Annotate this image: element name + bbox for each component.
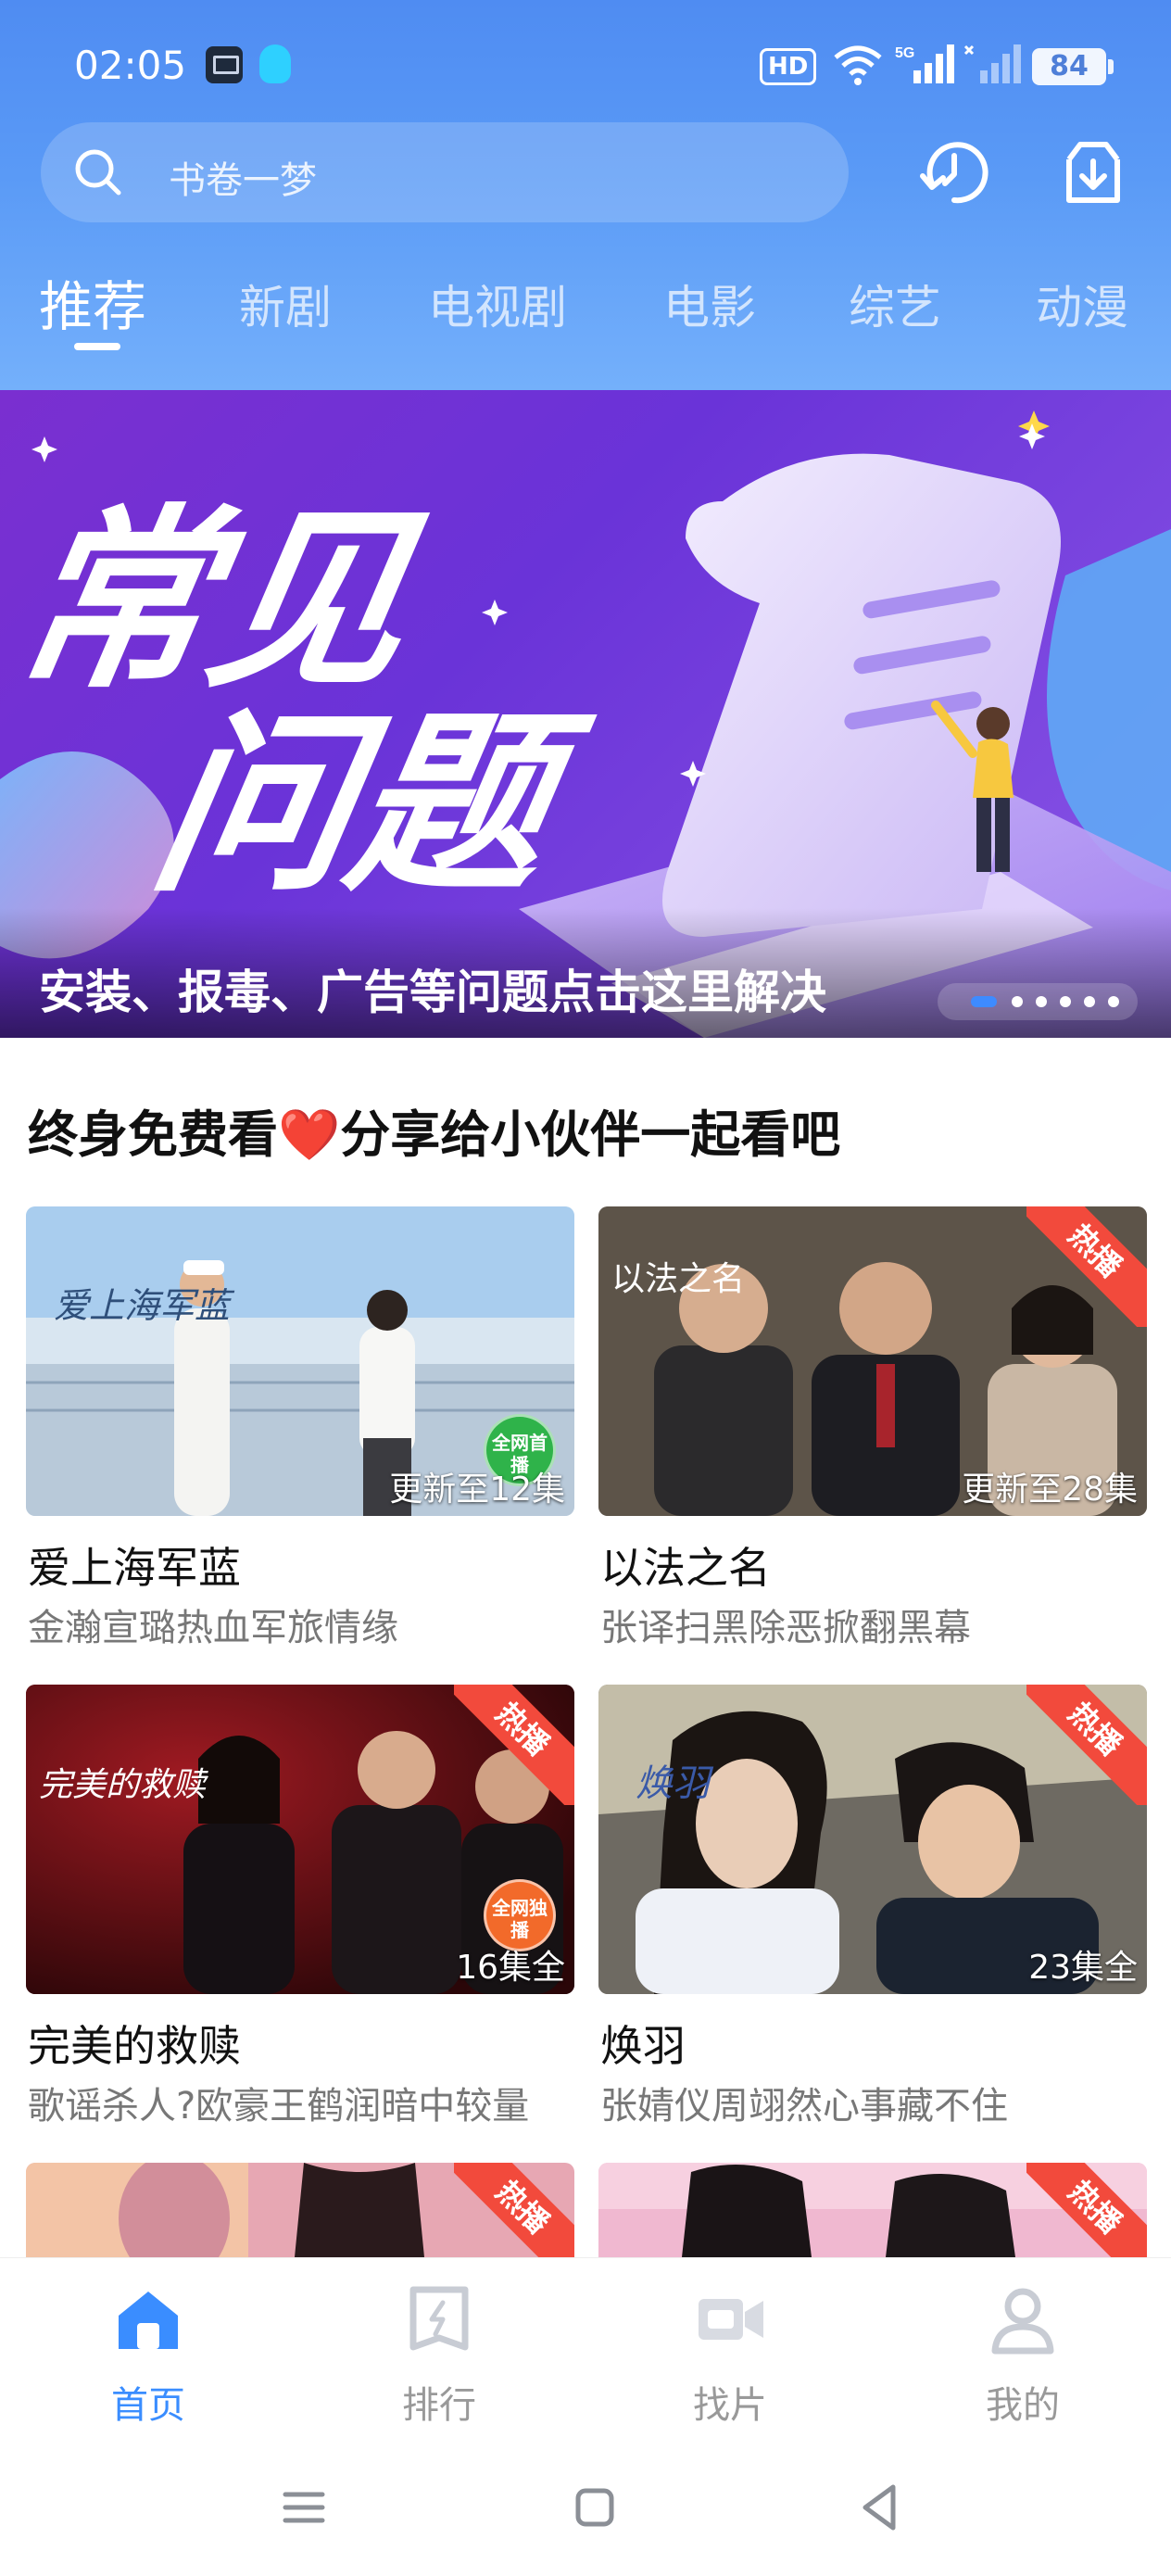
tab-new-drama[interactable]: 新剧 (239, 271, 332, 337)
heart-icon: ❤️ (278, 1105, 341, 1164)
nav-ranking-label: 排行 (402, 2384, 476, 2427)
nav-discover-label: 找片 (693, 2384, 767, 2427)
status-time: 02:05 (74, 43, 187, 88)
banner-dot (1012, 996, 1023, 1007)
banner-headline-1: 常见 (0, 488, 435, 714)
qq-notification-icon (259, 44, 291, 83)
poster-title-text: 焕羽 (636, 1762, 714, 1805)
banner-dot (1108, 996, 1119, 1007)
hot-corner-badge: 热播 (454, 2163, 574, 2257)
hot-corner-badge: 热播 (1026, 2163, 1147, 2257)
hot-label: 热播 (1026, 2163, 1147, 2257)
category-tabs: 推荐 新剧 电视剧 电影 综艺 动漫 (0, 259, 1171, 352)
wifi-icon (834, 45, 882, 85)
hot-label: 热播 (454, 2163, 574, 2257)
tab-anime[interactable]: 动漫 (1036, 271, 1128, 337)
drama-title: 以法之名 (600, 1543, 771, 1593)
drama-poster: 爱上海军蓝 全网首播 更新至12集 (26, 1206, 574, 1516)
nav-home[interactable]: 首页 (56, 2282, 241, 2440)
hot-corner-badge: 热播 (1026, 1685, 1147, 1805)
tab-variety[interactable]: 综艺 (849, 271, 941, 337)
drama-subtitle: 张译扫黑除恶掀翻黑幕 (600, 1607, 971, 1649)
hot-label: 热播 (454, 1685, 574, 1805)
download-icon[interactable] (1056, 135, 1130, 209)
status-bar: 02:05 HD 5G 84 (0, 0, 1171, 130)
drama-title: 焕羽 (600, 2021, 686, 2071)
history-icon[interactable] (917, 135, 991, 209)
drama-poster: 热播 (598, 2163, 1147, 2257)
poster-title-text: 完美的救赎 (39, 1766, 208, 1804)
hot-label: 热播 (1026, 1206, 1147, 1327)
drama-poster: 热播 (26, 2163, 574, 2257)
home-icon (119, 2292, 178, 2349)
network-label: 5G (895, 45, 914, 61)
episode-badge: 23集全 (1028, 1949, 1138, 1987)
home-square-icon[interactable] (567, 2480, 623, 2535)
drama-subtitle: 歌谣杀人?欧豪王鹤润暗中较量 (28, 2085, 530, 2128)
search-icon (75, 149, 121, 196)
banner-dot-active (971, 996, 997, 1007)
banner-dot (1060, 996, 1071, 1007)
active-tab-indicator (74, 343, 120, 350)
nav-profile-label: 我的 (986, 2384, 1060, 2427)
drama-poster: 以法之名 热播 更新至28集 (598, 1206, 1147, 1516)
hd-voice-icon: HD (760, 48, 817, 85)
drama-title: 完美的救赎 (28, 2021, 241, 2071)
system-navigation-bar (0, 2443, 1171, 2576)
signal-secondary-icon (963, 44, 1021, 83)
mail-notification-icon (206, 46, 243, 83)
poster-title-text: 以法之名 (611, 1260, 745, 1298)
faq-banner[interactable]: 常见 问题 安装、报毒、广告等问题点击这里解决 (0, 390, 1171, 1038)
nav-profile[interactable]: 我的 (930, 2282, 1115, 2440)
poster-title-text: 爱上海军蓝 (54, 1285, 235, 1326)
tab-recommend[interactable]: 推荐 (39, 263, 146, 341)
section-title-part1: 终身免费看 (28, 1105, 278, 1164)
banner-caption: 安装、报毒、广告等问题点击这里解决 (39, 966, 826, 1019)
menu-icon[interactable] (276, 2480, 332, 2535)
episode-badge: 更新至12集 (389, 1471, 565, 1509)
drama-card[interactable]: 爱上海军蓝 全网首播 更新至12集 爱上海军蓝 金瀚宣璐热血军旅情缘 (26, 1206, 574, 1649)
hot-corner-badge: 热播 (454, 1685, 574, 1805)
episode-badge: 16集全 (456, 1949, 565, 1987)
signal-5g-icon: 5G (895, 44, 954, 83)
search-placeholder: 书卷一梦 (169, 159, 317, 202)
nav-home-label: 首页 (111, 2384, 185, 2427)
drama-subtitle: 金瀚宣璐热血军旅情缘 (28, 1607, 398, 1649)
profile-icon (991, 2288, 1054, 2355)
drama-card-partial[interactable]: 热播 (26, 2163, 574, 2257)
nav-discover[interactable]: 找片 (637, 2282, 823, 2440)
drama-poster: 焕羽 热播 23集全 (598, 1685, 1147, 1994)
section-title: 终身免费看❤️分享给小伙伴一起看吧 (28, 1093, 840, 1167)
hot-corner-badge: 热播 (1026, 1206, 1147, 1327)
drama-title: 爱上海军蓝 (28, 1543, 241, 1593)
bottom-navigation: 首页 排行 找片 我的 (0, 2257, 1171, 2443)
banner-dot (1084, 996, 1095, 1007)
banner-headline-2: 问题 (139, 692, 602, 918)
ranking-icon (409, 2286, 469, 2351)
nav-ranking[interactable]: 排行 (346, 2282, 532, 2440)
section-title-part2: 分享给小伙伴一起看吧 (340, 1105, 841, 1164)
drama-card-partial[interactable]: 热播 (598, 2163, 1147, 2257)
tab-tv-series[interactable]: 电视剧 (428, 271, 567, 337)
video-camera-icon (699, 2299, 763, 2340)
drama-card[interactable]: 完美的救赎 热播 全网独播 16集全 完美的救赎 歌谣杀人?欧豪王鹤润暗中较量 (26, 1685, 574, 2128)
hot-label: 热播 (1026, 1685, 1147, 1805)
banner-pagination (938, 983, 1138, 1020)
back-icon[interactable] (852, 2480, 908, 2535)
search-bar[interactable]: 书卷一梦 (41, 122, 849, 222)
battery-indicator: 84 (1032, 48, 1114, 85)
banner-dot (1036, 996, 1047, 1007)
tab-movies[interactable]: 电影 (663, 271, 756, 337)
app-header: 02:05 HD 5G 84 书卷一梦 推荐 新剧 电视剧 电影 综艺 动漫 (0, 0, 1171, 390)
episode-badge: 更新至28集 (962, 1471, 1138, 1509)
drama-card[interactable]: 焕羽 热播 23集全 焕羽 张婧仪周翊然心事藏不住 (598, 1685, 1147, 2128)
drama-card[interactable]: 以法之名 热播 更新至28集 以法之名 张译扫黑除恶掀翻黑幕 (598, 1206, 1147, 1649)
drama-poster: 完美的救赎 热播 全网独播 16集全 (26, 1685, 574, 1994)
drama-subtitle: 张婧仪周翊然心事藏不住 (600, 2085, 1008, 2128)
